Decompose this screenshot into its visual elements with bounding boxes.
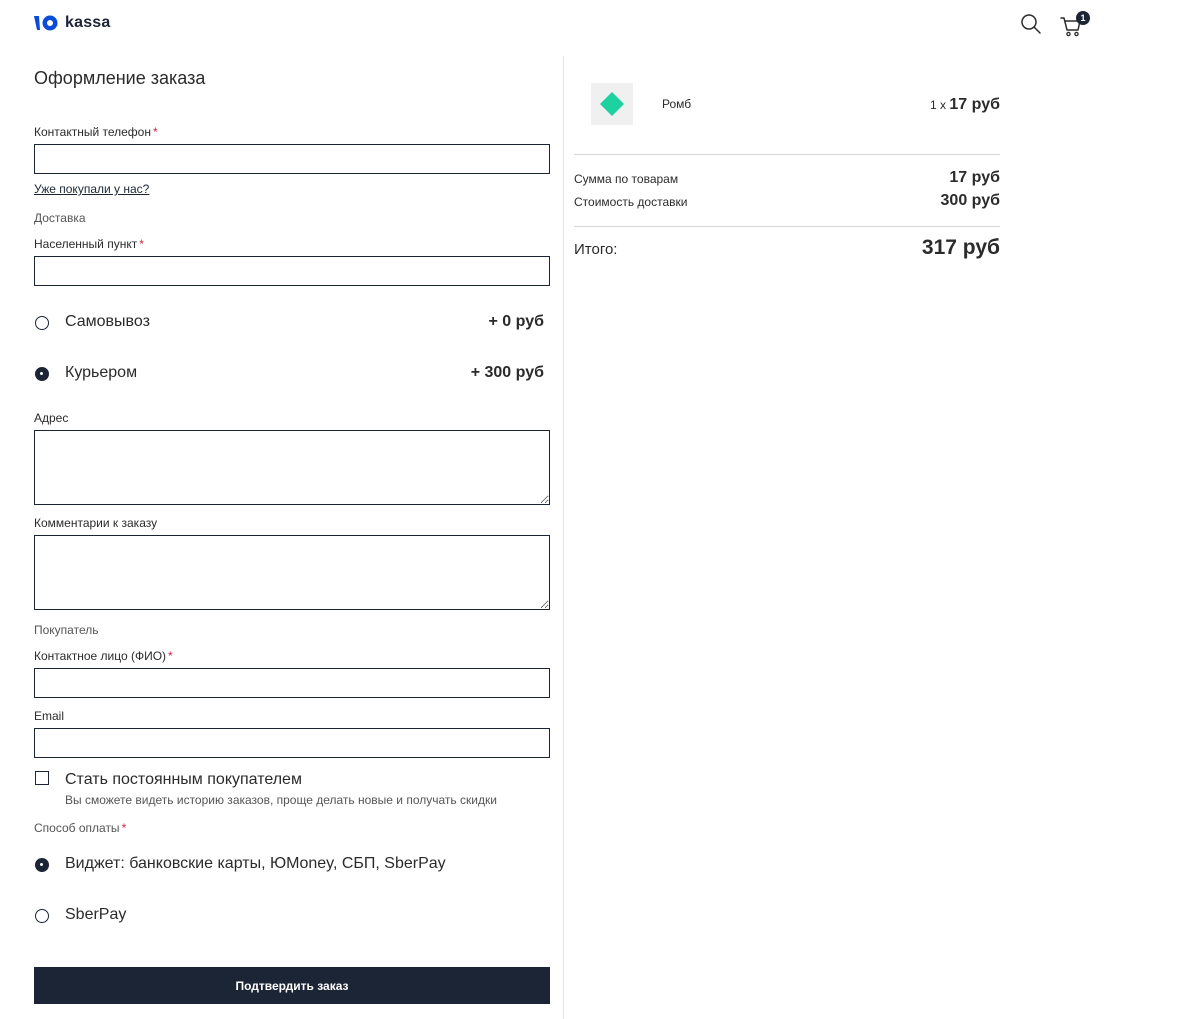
search-icon <box>1020 14 1042 39</box>
required-mark: * <box>152 125 158 139</box>
delivery-cost-value: 300 руб <box>940 192 1000 209</box>
payment-option-label: SberPay <box>65 906 127 923</box>
summary-divider <box>574 154 1000 155</box>
required-mark: * <box>168 649 173 663</box>
confirm-order-button[interactable]: Подтвердить заказ <box>34 967 550 1004</box>
yookassa-logo-icon <box>34 14 60 32</box>
payment-label-text: Способ оплаты <box>34 821 120 835</box>
regular-customer-checkbox[interactable] <box>35 771 49 785</box>
address-textarea[interactable] <box>34 430 550 505</box>
comment-textarea[interactable] <box>34 535 550 610</box>
phone-label: Контактный телефон * <box>34 125 158 139</box>
regular-customer-option[interactable]: Стать постоянным покупателем Вы сможете … <box>34 770 544 810</box>
cart-button[interactable]: 1 <box>1060 11 1092 37</box>
payment-option-label: Виджет: банковские карты, ЮMoney, СБП, S… <box>65 855 446 872</box>
payment-option-sberpay[interactable]: SberPay <box>34 904 544 928</box>
page-title: Оформление заказа <box>34 68 206 88</box>
required-mark: * <box>139 237 144 251</box>
delivery-cost-label: Стоимость доставки <box>574 195 688 209</box>
city-input[interactable] <box>34 256 550 286</box>
buyer-section-title: Покупатель <box>34 623 99 637</box>
comment-label: Комментарии к заказу <box>34 516 158 530</box>
pickup-radio[interactable] <box>35 316 49 330</box>
payment-label: Способ оплаты * <box>34 821 126 835</box>
courier-radio[interactable] <box>35 367 49 381</box>
delivery-option-courier[interactable]: Курьером + 300 руб <box>34 362 544 386</box>
cart-count-badge: 1 <box>1076 11 1090 25</box>
name-input[interactable] <box>34 668 550 698</box>
phone-input[interactable] <box>34 144 550 174</box>
column-divider <box>563 56 564 1019</box>
subtotal-value: 17 руб <box>949 169 1000 186</box>
product-qty: 1 x <box>930 98 947 112</box>
regular-customer-label: Стать постоянным покупателем <box>65 771 302 788</box>
name-label-text: Контактное лицо (ФИО) <box>34 649 167 663</box>
payment-option-widget[interactable]: Виджет: банковские карты, ЮMoney, СБП, S… <box>34 853 544 877</box>
delivery-section-title: Доставка <box>34 211 86 225</box>
product-name: Ромб <box>662 97 692 111</box>
search-button[interactable] <box>1020 13 1042 35</box>
phone-label-text: Контактный телефон <box>34 125 151 139</box>
address-label: Адрес <box>34 411 69 425</box>
total-label: Итого: <box>574 241 618 258</box>
logo-text: kassa <box>65 14 111 31</box>
delivery-option-label: Курьером <box>65 364 138 381</box>
city-label: Населенный пункт * <box>34 237 144 251</box>
delivery-option-price: + 0 руб <box>488 313 544 330</box>
email-input[interactable] <box>34 728 550 758</box>
returning-customer-link[interactable]: Уже покупали у нас? <box>34 182 149 196</box>
header: kassa 1 <box>0 0 1199 48</box>
diamond-icon <box>600 92 624 116</box>
product-price: 17 руб <box>949 96 1000 113</box>
product-thumbnail <box>591 83 633 125</box>
name-label: Контактное лицо (ФИО) * <box>34 649 173 663</box>
required-mark: * <box>121 821 127 835</box>
widget-radio[interactable] <box>35 858 49 872</box>
subtotal-label: Сумма по товарам <box>574 172 679 186</box>
total-value: 317 руб <box>921 236 1000 259</box>
email-label: Email <box>34 709 65 723</box>
summary-divider <box>574 226 1000 227</box>
delivery-option-pickup[interactable]: Самовывоз + 0 руб <box>34 311 544 335</box>
sberpay-radio[interactable] <box>35 909 49 923</box>
city-label-text: Населенный пункт <box>34 237 138 251</box>
logo[interactable]: kassa <box>34 14 111 32</box>
product-quantity-price: 1 x 17 руб <box>905 96 1000 114</box>
delivery-option-label: Самовывоз <box>65 313 150 330</box>
regular-customer-hint: Вы сможете видеть историю заказов, проще… <box>65 793 497 807</box>
delivery-option-price: + 300 руб <box>470 364 544 381</box>
